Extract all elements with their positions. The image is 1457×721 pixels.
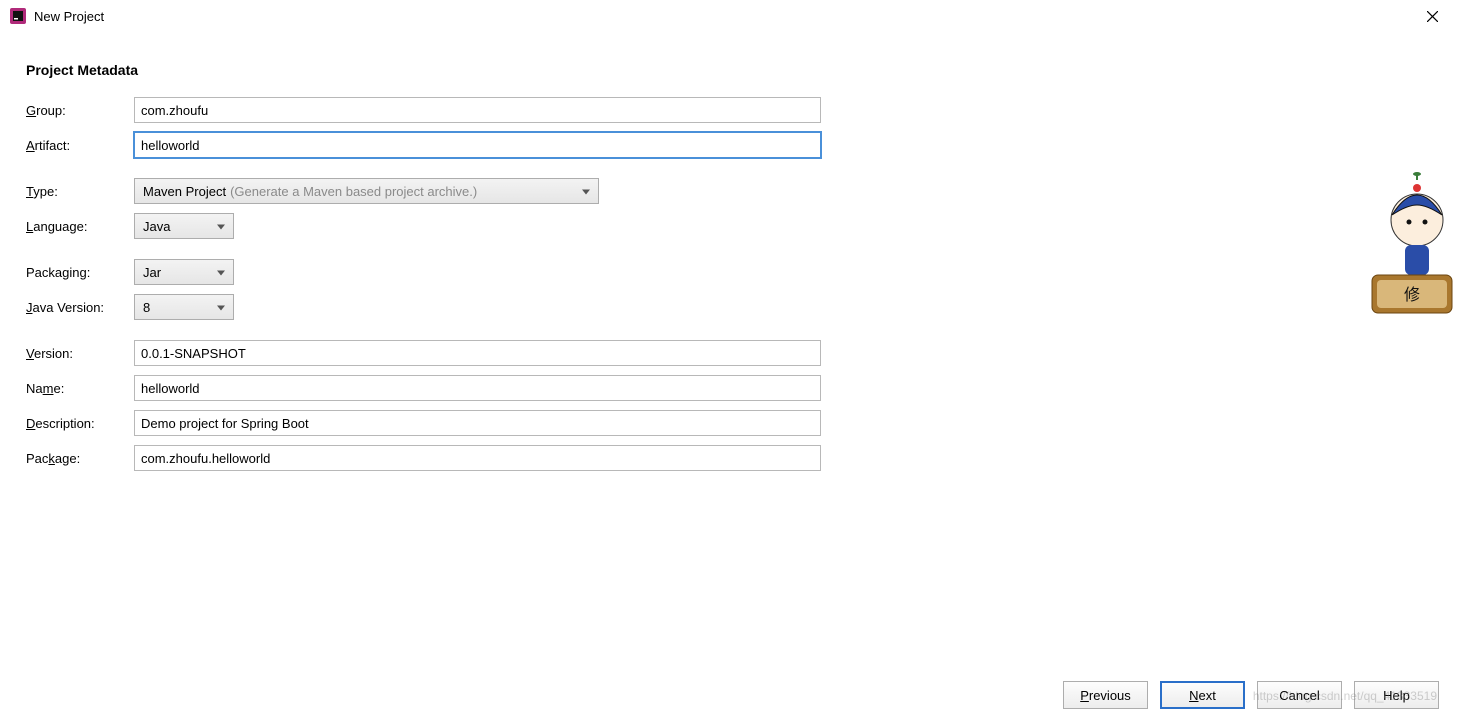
- label-language: Language:: [26, 219, 134, 234]
- form: Group: Artifact: Type: Maven Project (Ge…: [26, 96, 1457, 472]
- row-name: Name:: [26, 374, 1457, 402]
- svg-text:修: 修: [1404, 286, 1420, 304]
- footer-buttons: Previous Next Cancel Help: [1063, 681, 1439, 709]
- row-package: Package:: [26, 444, 1457, 472]
- label-packaging: Packaging:: [26, 265, 134, 280]
- next-button[interactable]: Next: [1160, 681, 1245, 709]
- row-group: Group:: [26, 96, 1457, 124]
- row-type: Type: Maven Project (Generate a Maven ba…: [26, 177, 1457, 205]
- java-version-select-value: 8: [143, 300, 150, 315]
- window-title: New Project: [34, 9, 104, 24]
- java-version-select[interactable]: 8: [134, 294, 234, 320]
- packaging-select[interactable]: Jar: [134, 259, 234, 285]
- label-artifact: Artifact:: [26, 138, 134, 153]
- artifact-input[interactable]: [134, 132, 821, 158]
- label-java-version: Java Version:: [26, 300, 134, 315]
- help-button[interactable]: Help: [1354, 681, 1439, 709]
- app-icon: [10, 8, 26, 24]
- previous-button[interactable]: Previous: [1063, 681, 1148, 709]
- label-type: Type:: [26, 184, 134, 199]
- type-select[interactable]: Maven Project (Generate a Maven based pr…: [134, 178, 599, 204]
- language-select[interactable]: Java: [134, 213, 234, 239]
- section-title: Project Metadata: [26, 62, 1457, 78]
- label-package: Package:: [26, 451, 134, 466]
- package-input[interactable]: [134, 445, 821, 471]
- language-select-value: Java: [143, 219, 170, 234]
- description-input[interactable]: [134, 410, 821, 436]
- row-version: Version:: [26, 339, 1457, 367]
- group-input[interactable]: [134, 97, 821, 123]
- type-select-value: Maven Project: [143, 184, 226, 199]
- close-icon: [1427, 11, 1438, 22]
- row-java-version: Java Version: 8: [26, 293, 1457, 321]
- close-button[interactable]: [1417, 1, 1447, 31]
- title-bar: New Project: [0, 0, 1457, 32]
- mascot-image: 修: [1367, 170, 1457, 320]
- row-artifact: Artifact:: [26, 131, 1457, 159]
- label-description: Description:: [26, 416, 134, 431]
- row-description: Description:: [26, 409, 1457, 437]
- version-input[interactable]: [134, 340, 821, 366]
- row-packaging: Packaging: Jar: [26, 258, 1457, 286]
- row-language: Language: Java: [26, 212, 1457, 240]
- label-version: Version:: [26, 346, 134, 361]
- type-select-hint: (Generate a Maven based project archive.…: [230, 184, 477, 199]
- cancel-button[interactable]: Cancel: [1257, 681, 1342, 709]
- label-group: Group:: [26, 103, 134, 118]
- label-name: Name:: [26, 381, 134, 396]
- packaging-select-value: Jar: [143, 265, 161, 280]
- name-input[interactable]: [134, 375, 821, 401]
